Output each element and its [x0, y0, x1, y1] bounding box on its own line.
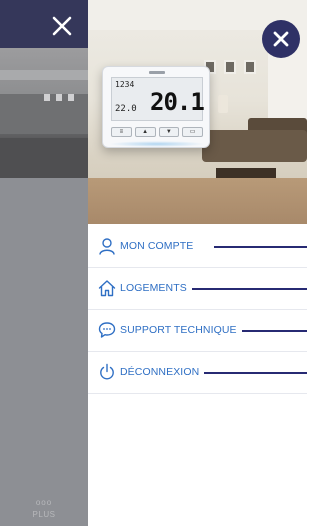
- side-drawer: 1234 22.0 20.1 ≡ ▲ ▼ ▭ MON COMPTE LOGEME…: [88, 0, 307, 526]
- thermostat-device-image: 1234 22.0 20.1 ≡ ▲ ▼ ▭: [102, 66, 210, 148]
- menu-item-label: DÉCONNEXION: [120, 366, 200, 378]
- menu-item-underline: [192, 288, 307, 290]
- menu-item-label: SUPPORT TECHNIQUE: [120, 324, 237, 336]
- user-icon: [99, 238, 115, 255]
- menu-item-label: LOGEMENTS: [120, 282, 187, 294]
- close-icon: [273, 31, 289, 47]
- thermostat-key-up: ▲: [134, 127, 156, 137]
- chat-icon: [98, 322, 116, 338]
- home-icon: [98, 280, 116, 297]
- drawer-menu: MON COMPTE LOGEMENTS SUPPORT TECHNIQUE D…: [88, 226, 307, 394]
- thermostat-key-ok: ▭: [182, 127, 203, 137]
- more-dots-icon: ooo: [35, 498, 53, 507]
- thermostat-key-down: ▼: [158, 127, 180, 137]
- menu-item-support-technique[interactable]: SUPPORT TECHNIQUE: [88, 310, 307, 352]
- drawer-hero-image: 1234 22.0 20.1 ≡ ▲ ▼ ▭: [88, 0, 307, 224]
- menu-item-logements[interactable]: LOGEMENTS: [88, 268, 307, 310]
- more-label: PLUS: [32, 510, 56, 519]
- menu-item-mon-compte[interactable]: MON COMPTE: [88, 226, 307, 268]
- menu-item-underline: [214, 246, 307, 248]
- menu-item-label: MON COMPTE: [120, 240, 194, 252]
- thermostat-keys: ≡ ▲ ▼ ▭: [111, 127, 203, 137]
- thermostat-temperature-readout: 20.1: [150, 88, 205, 116]
- close-icon[interactable]: [50, 14, 74, 38]
- menu-item-underline: [242, 330, 307, 332]
- close-drawer-button[interactable]: [262, 20, 300, 58]
- menu-item-deconnexion[interactable]: DÉCONNEXION: [88, 352, 307, 394]
- thermostat-screen: 1234 22.0 20.1: [111, 77, 205, 121]
- menu-item-underline: [204, 372, 307, 374]
- thermostat-setpoint-readout: 22.0: [115, 104, 137, 114]
- more-button[interactable]: ooo PLUS: [0, 498, 88, 522]
- background-app-panel: ooo PLUS: [0, 0, 88, 526]
- thermostat-small-readout: 1234: [115, 80, 135, 89]
- thermostat-key-menu: ≡: [111, 127, 132, 137]
- background-app-header: [0, 0, 88, 48]
- power-icon: [100, 363, 114, 380]
- background-hero-image: [0, 48, 88, 178]
